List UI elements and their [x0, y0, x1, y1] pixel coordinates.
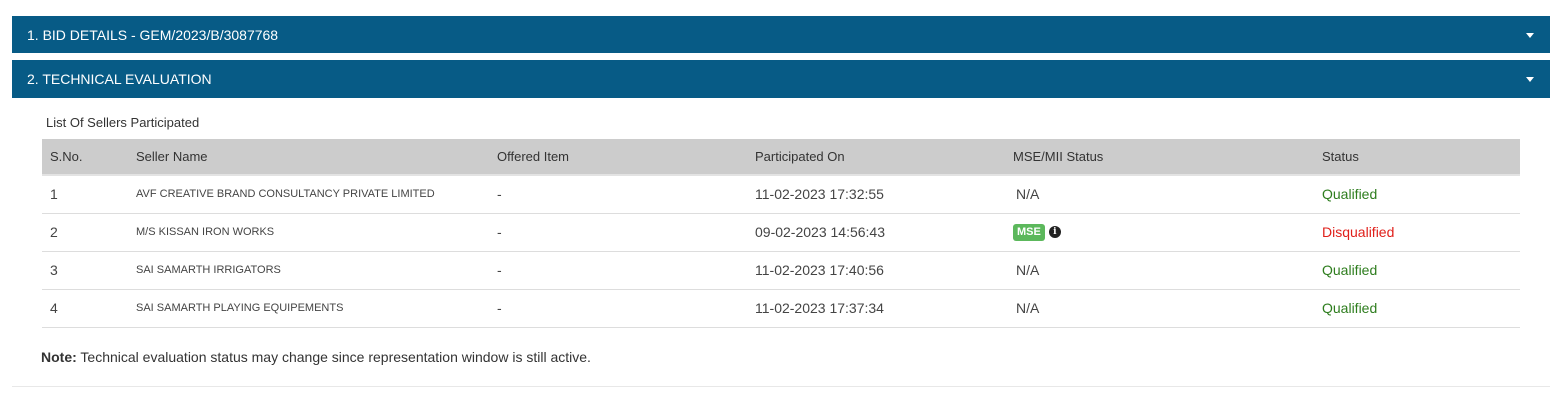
row-mse-status: N/A: [1013, 175, 1322, 214]
mse-badge: MSE: [1013, 223, 1045, 241]
row-status: Qualified: [1322, 251, 1520, 290]
table-row: 2 M/S KISSAN IRON WORKS - 09-02-2023 14:…: [42, 213, 1520, 252]
sellers-list-title: List Of Sellers Participated: [46, 115, 200, 130]
bid-details-panel-header[interactable]: 1. BID DETAILS - GEM/2023/B/3087768: [12, 16, 1550, 53]
row-offered-item: -: [497, 213, 755, 252]
row-sno: 1: [42, 175, 136, 214]
header-participated-on: Participated On: [755, 139, 1013, 176]
row-participated-on: 11-02-2023 17:32:55: [755, 175, 1013, 214]
info-circle-icon[interactable]: i: [1048, 226, 1061, 239]
sellers-table: S.No. Seller Name Offered Item Participa…: [42, 139, 1520, 328]
row-seller-name: AVF CREATIVE BRAND CONSULTANCY PRIVATE L…: [136, 175, 497, 214]
evaluation-note: Note: Technical evaluation status may ch…: [41, 349, 591, 365]
header-status: Status: [1322, 139, 1520, 176]
row-status: Qualified: [1322, 175, 1520, 214]
row-participated-on: 11-02-2023 17:37:34: [755, 289, 1013, 328]
row-participated-on: 09-02-2023 14:56:43: [755, 213, 1013, 252]
note-text: Technical evaluation status may change s…: [76, 349, 591, 365]
bid-details-title: 1. BID DETAILS - GEM/2023/B/3087768: [27, 26, 279, 43]
caret-down-icon[interactable]: [1526, 77, 1534, 82]
header-sno: S.No.: [42, 139, 136, 176]
table-row: 4 SAI SAMARTH PLAYING EQUIPEMENTS - 11-0…: [42, 289, 1520, 328]
row-status: Qualified: [1322, 289, 1520, 328]
table-row: 1 AVF CREATIVE BRAND CONSULTANCY PRIVATE…: [42, 175, 1520, 214]
row-sno: 4: [42, 289, 136, 328]
technical-evaluation-title: 2. TECHNICAL EVALUATION: [27, 71, 212, 87]
row-participated-on: 11-02-2023 17:40:56: [755, 251, 1013, 290]
header-offered-item: Offered Item: [497, 139, 755, 176]
row-status: Disqualified: [1322, 213, 1520, 252]
note-label: Note:: [41, 349, 77, 365]
technical-evaluation-panel-header[interactable]: 2. TECHNICAL EVALUATION: [12, 60, 1550, 98]
caret-down-icon[interactable]: [1526, 32, 1534, 38]
header-mse-mii-status: MSE/MII Status: [1013, 139, 1322, 176]
header-seller-name: Seller Name: [136, 139, 497, 176]
row-offered-item: -: [497, 251, 755, 290]
row-offered-item: -: [497, 175, 755, 214]
row-seller-name: SAI SAMARTH PLAYING EQUIPEMENTS: [136, 289, 497, 328]
table-row: 3 SAI SAMARTH IRRIGATORS - 11-02-2023 17…: [42, 251, 1520, 290]
table-header-row: S.No. Seller Name Offered Item Participa…: [42, 139, 1520, 176]
section-divider: [12, 386, 1550, 387]
row-mse-status: N/A: [1013, 251, 1322, 290]
row-mse-status: N/A: [1013, 289, 1322, 328]
row-sno: 3: [42, 251, 136, 290]
row-seller-name: SAI SAMARTH IRRIGATORS: [136, 251, 497, 290]
row-sno: 2: [42, 213, 136, 252]
row-seller-name: M/S KISSAN IRON WORKS: [136, 213, 497, 252]
row-offered-item: -: [497, 289, 755, 328]
row-mse-status: MSE i: [1013, 213, 1322, 252]
